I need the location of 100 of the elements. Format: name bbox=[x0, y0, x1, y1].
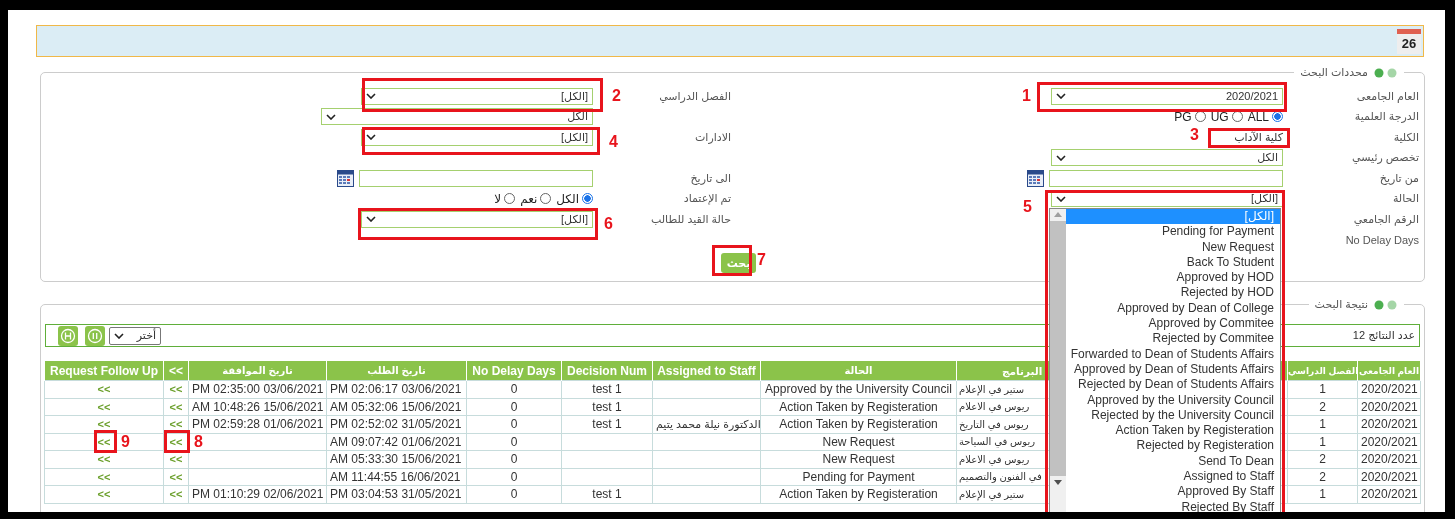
annotation-number: 3 bbox=[1190, 127, 1199, 143]
calendar-icon[interactable] bbox=[337, 169, 354, 187]
caret-icon bbox=[366, 134, 376, 141]
table-cell: الدكتورة نيلة محمد يتيم bbox=[656, 417, 760, 430]
table-cell: 0 bbox=[510, 469, 518, 484]
annotation-number: 4 bbox=[609, 134, 618, 150]
table-cell: 0 bbox=[510, 452, 518, 467]
dropdown-option[interactable]: Approved by Commitee bbox=[1066, 316, 1280, 332]
dropdown-option[interactable]: Approved by Dean of College bbox=[1066, 300, 1280, 317]
table-cell: 2020/2021 bbox=[1361, 417, 1418, 432]
dropdown-option[interactable]: Assigned to Staff bbox=[1066, 469, 1280, 485]
radio-button[interactable] bbox=[1272, 111, 1283, 123]
table-cell: 0 bbox=[510, 487, 518, 502]
table-cell: 1 bbox=[1319, 417, 1326, 432]
table-cell: PM 02:59:28 01/06/2021 bbox=[192, 417, 324, 432]
calendar-day-badge: 26 bbox=[1397, 28, 1421, 54]
table-cell: 1 bbox=[1319, 487, 1326, 502]
dropdown-option[interactable]: Approved By Staff bbox=[1066, 484, 1280, 500]
dropdown-select[interactable]: الكل bbox=[321, 108, 593, 126]
dots-icon bbox=[1374, 299, 1398, 310]
table-cell: AM 09:07:42 01/06/2021 bbox=[330, 434, 462, 449]
calendar-icon[interactable] bbox=[1027, 169, 1044, 187]
caret-icon bbox=[1056, 195, 1066, 202]
caret-icon bbox=[366, 216, 376, 223]
table-cell: 0 bbox=[510, 434, 518, 449]
dropdown-option[interactable]: Approved by HOD bbox=[1066, 270, 1280, 286]
dropdown-select[interactable]: الكل bbox=[1051, 149, 1283, 167]
table-cell: PM 02:35:00 03/06/2021 bbox=[192, 382, 324, 397]
dropdown-select[interactable]: 2020/2021 bbox=[1051, 87, 1283, 105]
result-count: عدد النتائج 12 bbox=[1352, 329, 1415, 342]
panel-title: محددات البحث bbox=[1300, 66, 1368, 79]
table-cell: PM 03:04:53 31/05/2021 bbox=[330, 487, 462, 502]
radio-button[interactable] bbox=[1194, 111, 1206, 123]
field-label: تم الإعتماد bbox=[683, 192, 731, 206]
table-cell: Pending for Payment bbox=[802, 469, 915, 484]
field-label: الدرجة العلمية bbox=[1354, 110, 1419, 124]
table-cell: ستير في الإعلام bbox=[959, 488, 1025, 500]
dropdown-option[interactable]: Rejected by HOD bbox=[1066, 285, 1280, 301]
radio-label: لا bbox=[494, 191, 502, 206]
radio-button[interactable] bbox=[1231, 111, 1243, 123]
table-cell: 2 bbox=[1319, 399, 1326, 414]
view-select[interactable]: أختر bbox=[109, 326, 161, 345]
dropdown-option[interactable]: Approved by Dean of Students Affairs bbox=[1066, 361, 1280, 378]
dropdown-option[interactable]: Rejected by Registeration bbox=[1066, 438, 1280, 454]
table-cell: 2020/2021 bbox=[1361, 487, 1418, 502]
dropdown-option[interactable]: Action Taken by Registeration bbox=[1066, 423, 1280, 439]
table-cell: 2020/2021 bbox=[1361, 382, 1418, 397]
annotation-number: 7 bbox=[757, 252, 766, 268]
table-cell: Approved by the University Council bbox=[765, 382, 952, 397]
dropdown-option[interactable]: Send To Dean bbox=[1066, 453, 1280, 470]
dropdown-option[interactable]: Approved by the University Council bbox=[1066, 392, 1280, 408]
field-label: الحالة bbox=[1392, 192, 1419, 206]
column-header: Decision Num bbox=[561, 361, 653, 381]
field-label: تخصص رئيسي bbox=[1352, 151, 1419, 165]
radio-button[interactable] bbox=[504, 193, 516, 205]
dropdown-option[interactable]: New Request bbox=[1066, 239, 1280, 255]
annotation-number: 5 bbox=[1023, 199, 1032, 215]
table-cell: ريوس في الاعلام bbox=[959, 401, 1030, 413]
caret-icon bbox=[1056, 93, 1066, 100]
annotation-number: 8 bbox=[194, 434, 203, 450]
table-cell: test 1 bbox=[592, 487, 622, 502]
scrollbar[interactable] bbox=[1050, 209, 1066, 512]
dropdown-select[interactable]: [الكل] bbox=[361, 87, 593, 105]
table-cell: 2 bbox=[1319, 452, 1326, 467]
panel-title: نتيجة البحث bbox=[1314, 298, 1368, 311]
table-cell: 2020/2021 bbox=[1361, 434, 1418, 449]
dropdown-option[interactable]: Pending for Payment bbox=[1066, 224, 1280, 240]
date-field[interactable] bbox=[359, 169, 593, 187]
field-label: الى تاريخ bbox=[690, 171, 731, 185]
table-cell: 0 bbox=[510, 417, 518, 432]
radio-button[interactable] bbox=[582, 193, 593, 205]
annotation-box bbox=[94, 430, 117, 453]
radio-label: نعم bbox=[520, 191, 538, 206]
dropdown-option[interactable]: Back To Student bbox=[1066, 254, 1280, 271]
table-cell: New Request bbox=[822, 452, 895, 467]
table-cell: 1 bbox=[1319, 382, 1326, 397]
table-cell: ريوس في الاعلام bbox=[959, 453, 1030, 465]
field-label: العام الجامعى bbox=[1356, 89, 1419, 103]
table-cell: AM 11:44:55 16/06/2021 bbox=[330, 469, 461, 484]
annotation-number: 1 bbox=[1022, 88, 1031, 104]
column-header: الحالة bbox=[760, 361, 957, 381]
table-cell: في الفنون والتصميم bbox=[959, 471, 1042, 483]
caret-icon bbox=[1056, 154, 1066, 161]
table-cell: 0 bbox=[510, 399, 518, 414]
column-header: Request Follow Up bbox=[44, 361, 164, 381]
table-cell: New Request bbox=[822, 434, 895, 449]
dropdown-option[interactable]: Rejected by the University Council bbox=[1066, 407, 1280, 424]
dropdown-option[interactable]: Rejected by Commitee bbox=[1066, 331, 1280, 347]
table-cell: test 1 bbox=[592, 382, 622, 397]
table-cell: PM 01:10:29 02/06/2021 bbox=[192, 487, 324, 502]
scroll-down-icon[interactable] bbox=[1054, 480, 1062, 485]
caret-icon bbox=[326, 113, 336, 120]
table-cell: 2020/2021 bbox=[1361, 452, 1418, 467]
table-cell: 2020/2021 bbox=[1361, 399, 1418, 414]
annotation-box bbox=[712, 245, 752, 276]
table-cell: AM 05:32:06 15/06/2021 bbox=[330, 399, 462, 414]
dropdown-option[interactable]: Forwarded to Dean of Students Affairs bbox=[1066, 346, 1280, 362]
date-field[interactable] bbox=[1049, 169, 1283, 187]
radio-button[interactable] bbox=[540, 193, 552, 205]
table-cell: 2020/2021 bbox=[1361, 469, 1418, 484]
